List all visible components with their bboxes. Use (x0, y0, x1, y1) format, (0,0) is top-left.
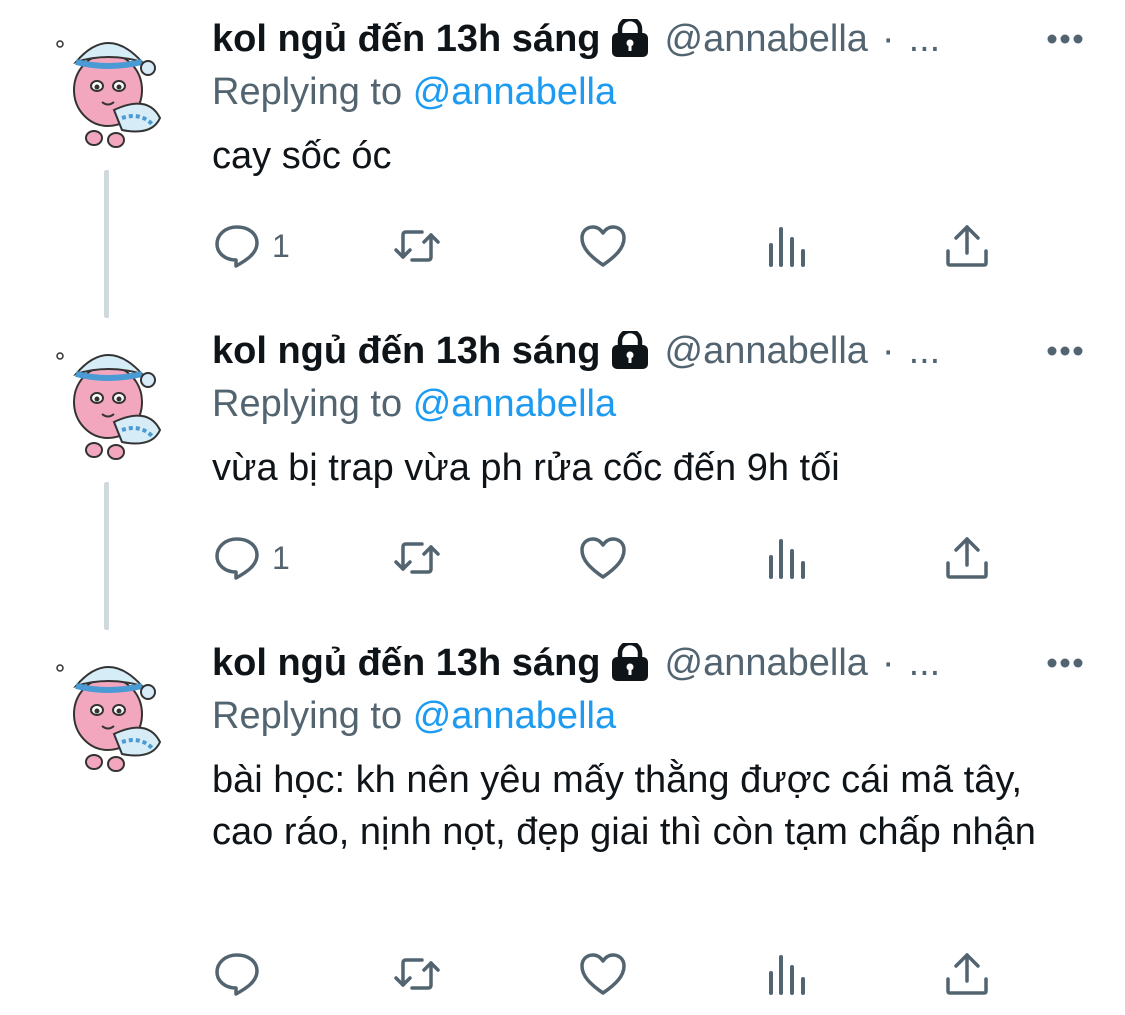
reply-icon (212, 221, 262, 271)
replying-handle-link[interactable]: @annabella (413, 383, 616, 425)
avatar[interactable] (52, 22, 166, 150)
replying-handle-link[interactable]: @annabella (413, 695, 616, 737)
separator: · (881, 642, 895, 684)
display-name[interactable]: kol ngủ đến 13h sáng (212, 326, 601, 376)
replying-handle-link[interactable]: @annabella (413, 71, 616, 113)
separator: · (881, 18, 895, 60)
tweet-header: kol ngủ đến 13h sáng @annabella · ... (212, 638, 1085, 688)
tweet-header: kol ngủ đến 13h sáng @annabella · ... (212, 326, 1085, 376)
share-button[interactable] (942, 218, 992, 274)
tweet-thread: kol ngủ đến 13h sáng @annabella · ... Re… (0, 0, 1125, 1015)
handle[interactable]: @annabella (665, 326, 868, 376)
lock-icon (609, 331, 651, 371)
tweet-2[interactable]: kol ngủ đến 13h sáng @annabella · ... Re… (0, 312, 1125, 630)
display-name[interactable]: kol ngủ đến 13h sáng (212, 14, 601, 64)
display-name[interactable]: kol ngủ đến 13h sáng (212, 638, 601, 688)
lock-icon (609, 643, 651, 683)
more-icon[interactable] (1045, 650, 1085, 676)
handle[interactable]: @annabella (665, 14, 868, 64)
retweet-icon (392, 949, 442, 999)
share-button[interactable] (942, 946, 992, 1002)
replying-label: Replying to (212, 383, 403, 425)
tweet-content: kol ngủ đến 13h sáng @annabella · ... Re… (212, 14, 1085, 182)
like-button[interactable] (578, 218, 628, 274)
stats-icon (762, 949, 812, 999)
tweet-3[interactable]: kol ngủ đến 13h sáng @annabella · ... Re… (0, 624, 1125, 1015)
reply-icon (212, 949, 262, 999)
stats-button[interactable] (762, 946, 812, 1002)
replying-to: Replying to @annabella (212, 378, 1085, 430)
reply-count: 1 (272, 539, 290, 576)
tweet-1[interactable]: kol ngủ đến 13h sáng @annabella · ... Re… (0, 0, 1125, 318)
more-icon[interactable] (1045, 338, 1085, 364)
replying-label: Replying to (212, 695, 403, 737)
tweet-content: kol ngủ đến 13h sáng @annabella · ... Re… (212, 326, 1085, 494)
replying-to: Replying to @annabella (212, 66, 1085, 118)
tweet-header: kol ngủ đến 13h sáng @annabella · ... (212, 14, 1085, 64)
more-icon[interactable] (1045, 26, 1085, 52)
thread-line (104, 170, 109, 318)
tweet-text: vừa bị trap vừa ph rửa cốc đến 9h tối (212, 447, 840, 489)
timestamp: ... (908, 18, 941, 60)
replying-label: Replying to (212, 71, 403, 113)
share-button[interactable] (942, 530, 992, 586)
share-icon (942, 949, 992, 999)
lock-icon (609, 19, 651, 59)
action-bar: 1 (212, 218, 1002, 274)
like-icon (578, 949, 628, 999)
like-button[interactable] (578, 946, 628, 1002)
stats-icon (762, 533, 812, 583)
reply-button[interactable] (212, 946, 272, 1002)
share-icon (942, 221, 992, 271)
tweet-content: kol ngủ đến 13h sáng @annabella · ... Re… (212, 638, 1085, 858)
action-bar (212, 946, 1002, 1002)
reply-icon (212, 533, 262, 583)
replying-to: Replying to @annabella (212, 690, 1085, 742)
stats-icon (762, 221, 812, 271)
retweet-button[interactable] (392, 946, 442, 1002)
tweet-text: bài học: kh nên yêu mấy thằng được cái m… (212, 759, 1036, 853)
stats-button[interactable] (762, 218, 812, 274)
like-button[interactable] (578, 530, 628, 586)
reply-count: 1 (272, 227, 290, 264)
timestamp: ... (908, 330, 941, 372)
retweet-button[interactable] (392, 218, 442, 274)
stats-button[interactable] (762, 530, 812, 586)
like-icon (578, 533, 628, 583)
thread-line (104, 482, 109, 630)
share-icon (942, 533, 992, 583)
retweet-icon (392, 533, 442, 583)
like-icon (578, 221, 628, 271)
reply-button[interactable]: 1 (212, 218, 290, 274)
action-bar: 1 (212, 530, 1002, 586)
timestamp: ... (908, 642, 941, 684)
separator: · (881, 330, 895, 372)
reply-button[interactable]: 1 (212, 530, 290, 586)
avatar[interactable] (52, 334, 166, 462)
retweet-button[interactable] (392, 530, 442, 586)
tweet-text: cay sốc óc (212, 135, 392, 177)
retweet-icon (392, 221, 442, 271)
handle[interactable]: @annabella (665, 638, 868, 688)
avatar[interactable] (52, 646, 166, 774)
